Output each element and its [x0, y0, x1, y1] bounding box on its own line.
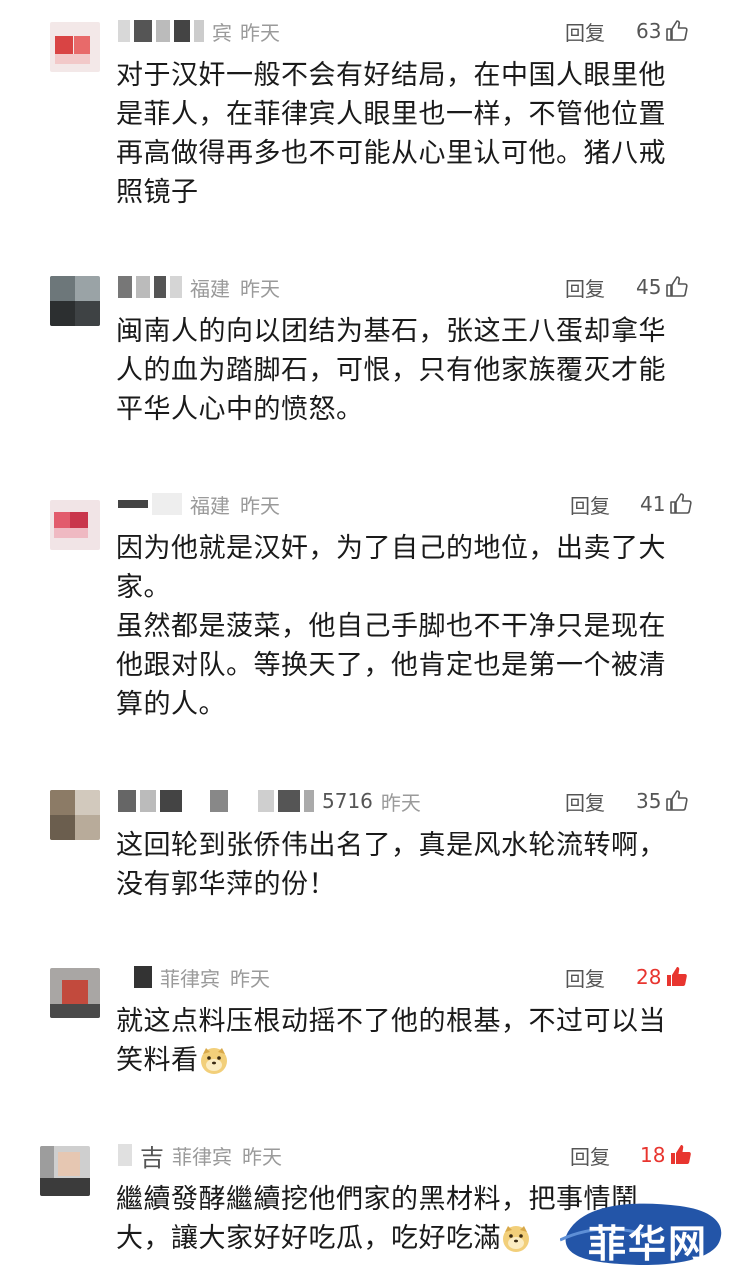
avatar[interactable]: [50, 22, 100, 72]
thumbs-up-icon: [670, 493, 693, 514]
like-count: 18: [640, 1143, 666, 1167]
username-suffix: 5716: [322, 789, 373, 813]
reply-button[interactable]: 回复: [565, 962, 605, 992]
comment-location: 福建: [190, 493, 230, 518]
thumbs-up-filled-icon: [671, 1145, 692, 1164]
comment-time: 昨天: [230, 966, 270, 991]
avatar[interactable]: [50, 276, 100, 326]
avatar[interactable]: [50, 968, 100, 1018]
like-button[interactable]: 28: [636, 962, 689, 992]
watermark-text: 菲华网: [588, 1224, 709, 1266]
avatar[interactable]: [50, 790, 100, 840]
comment-meta: 吉 菲律宾 昨天: [118, 1140, 282, 1172]
reply-button[interactable]: 回复: [565, 16, 605, 46]
like-button[interactable]: 45: [636, 272, 689, 302]
like-button[interactable]: 35: [636, 786, 689, 816]
thumbs-up-icon: [666, 276, 689, 297]
comment-time: 昨天: [380, 790, 421, 815]
comment-meta: 5716 昨天: [118, 786, 421, 816]
reply-button[interactable]: 回复: [565, 272, 605, 302]
comment-time: 昨天: [240, 276, 280, 301]
thumbs-up-icon: [666, 20, 689, 41]
username-blurred[interactable]: [118, 493, 182, 515]
comment-time: 昨天: [242, 1144, 282, 1169]
like-count: 35: [636, 789, 662, 813]
username-blurred[interactable]: [118, 276, 182, 298]
doge-emoji-icon: [503, 1226, 529, 1252]
comment-text: 就这点料压根动摇不了他的根基，不过可以当 笑料看: [116, 1002, 701, 1080]
like-count: 45: [636, 275, 662, 299]
comment-text: 因为他就是汉奸，为了自己的地位，出卖了大 家。 虽然都是菠菜，他自己手脚也不干净…: [116, 533, 666, 720]
username-blurred[interactable]: [118, 1144, 132, 1166]
username-blurred[interactable]: [118, 966, 152, 988]
username-blurred[interactable]: [118, 790, 314, 812]
username-blurred[interactable]: [118, 20, 204, 42]
reply-button[interactable]: 回复: [570, 1140, 610, 1170]
comment-text: 对于汉奸一般不会有好结局，在中国人眼里他 是菲人，在菲律宾人眼里也一样，不管他位…: [116, 60, 666, 208]
like-button[interactable]: 41: [640, 489, 693, 519]
comment-text: 这回轮到张侨伟出名了，真是风水轮流转啊， 没有郭华萍的份！: [116, 830, 666, 900]
reply-button[interactable]: 回复: [570, 489, 610, 519]
comment-time: 昨天: [240, 493, 280, 518]
reply-button[interactable]: 回复: [565, 786, 605, 816]
comment-location: 菲律宾: [160, 966, 220, 991]
thumbs-up-icon: [666, 790, 689, 811]
comment-text: 闽南人的向以团结为基石，张这王八蛋却拿华 人的血为踏脚石，可恨，只有他家族覆灭才…: [116, 316, 666, 425]
comment-meta: 福建 昨天: [118, 489, 280, 519]
comment-location: 福建: [190, 276, 230, 301]
thumbs-up-filled-icon: [667, 967, 688, 986]
comment-meta: 福建 昨天: [118, 272, 280, 302]
comment-location: 菲律宾: [172, 1144, 232, 1169]
like-button[interactable]: 18: [640, 1140, 693, 1170]
like-count: 41: [640, 492, 666, 516]
like-button[interactable]: 63: [636, 16, 689, 46]
comment-meta: 宾 昨天: [118, 16, 280, 46]
username-suffix: 吉: [140, 1143, 164, 1172]
like-count: 28: [636, 965, 662, 989]
doge-emoji-icon: [200, 1048, 227, 1074]
comment-meta: 菲律宾 昨天: [118, 962, 270, 992]
avatar[interactable]: [40, 1146, 90, 1196]
like-count: 63: [636, 19, 662, 43]
username-suffix: 宾: [212, 20, 232, 45]
comment-time: 昨天: [240, 20, 280, 45]
avatar[interactable]: [50, 500, 100, 550]
